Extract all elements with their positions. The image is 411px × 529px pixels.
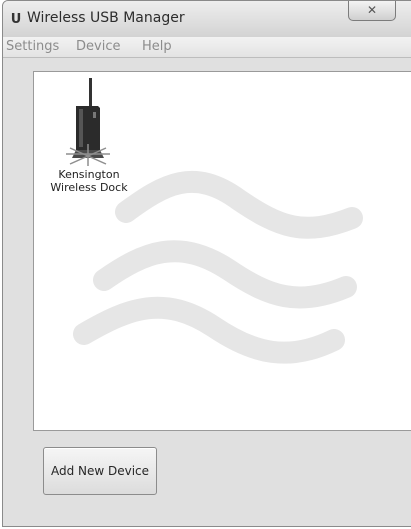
close-icon: ✕: [366, 3, 378, 17]
title-bar[interactable]: U Wireless USB Manager ✕: [3, 1, 411, 37]
device-item[interactable]: Kensington Wireless Dock: [34, 78, 144, 198]
client-area: Kensington Wireless Dock Add New Device: [3, 58, 411, 526]
window-title: Wireless USB Manager: [27, 10, 185, 26]
close-button[interactable]: ✕: [348, 1, 396, 21]
menu-device[interactable]: Device: [76, 39, 120, 54]
menu-bar: Settings Device Help: [3, 37, 411, 58]
menu-settings[interactable]: Settings: [6, 39, 59, 54]
device-label: Kensington Wireless Dock: [50, 168, 128, 194]
wireless-dock-icon: [66, 78, 110, 166]
device-list-panel[interactable]: Kensington Wireless Dock: [33, 71, 411, 431]
add-new-device-button[interactable]: Add New Device: [43, 447, 157, 495]
app-window: U Wireless USB Manager ✕ Settings Device…: [2, 0, 411, 527]
menu-help[interactable]: Help: [142, 39, 172, 54]
app-icon: U: [10, 12, 22, 27]
